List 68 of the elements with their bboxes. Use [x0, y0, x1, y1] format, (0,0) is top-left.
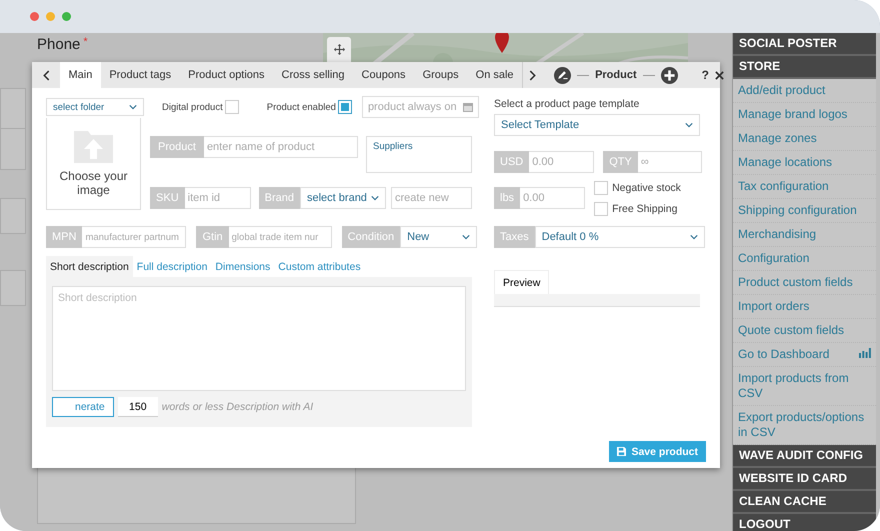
calendar-icon	[462, 102, 473, 112]
checkbox-label: Product enabled	[266, 102, 336, 112]
tab[interactable]: Cross selling	[273, 62, 354, 88]
sidebar-section[interactable]: SOCIAL POSTER	[733, 33, 876, 56]
required-mark: *	[83, 36, 88, 48]
tab[interactable]: Coupons	[353, 62, 414, 88]
edit-icon[interactable]	[554, 66, 572, 84]
text-input[interactable]: enter name of product	[204, 136, 358, 158]
close-dot-icon[interactable]	[30, 12, 39, 21]
template-select[interactable]: Select Template	[494, 114, 700, 136]
bar-chart-icon	[859, 347, 871, 358]
caret-icon	[371, 194, 379, 202]
sidebar-section[interactable]: WEBSITE ID CARD	[733, 468, 876, 491]
caret-icon	[690, 233, 698, 241]
tab[interactable]: Main	[60, 62, 101, 88]
field-label: Phone *	[37, 36, 88, 53]
checkbox[interactable]	[594, 202, 608, 216]
text-input[interactable]: ∞	[638, 151, 702, 173]
date-field[interactable]: product always on	[362, 96, 479, 118]
checkbox-label: Negative stock	[612, 182, 681, 194]
sidebar-section[interactable]: CLEAN CACHE	[733, 491, 876, 514]
minimize-dot-icon[interactable]	[46, 12, 55, 21]
text-input[interactable]: 0.00	[520, 187, 586, 209]
text-input[interactable]: 0.00	[529, 151, 594, 173]
checkbox[interactable]	[594, 181, 608, 195]
move-icon	[334, 44, 344, 55]
text-input[interactable]: item id	[184, 187, 251, 209]
help-button[interactable]: ?	[702, 68, 709, 82]
word-limit-input[interactable]: 150	[118, 397, 158, 417]
modal-title: Product	[595, 69, 637, 81]
drag-handle[interactable]	[327, 37, 351, 62]
chevron-right-icon	[527, 70, 538, 80]
image-upload[interactable]: Choose your image	[46, 118, 142, 210]
add-icon[interactable]	[660, 66, 678, 84]
sidebar-section[interactable]: STORE	[733, 56, 876, 79]
checkbox-label: Digital product	[162, 102, 223, 112]
description-tab[interactable]: Short description	[46, 256, 133, 277]
word-limit-note: words or less Description with AI	[162, 401, 314, 413]
description-tab[interactable]: Custom attributes	[274, 256, 365, 277]
text-input[interactable]: manufacturer partnum	[82, 226, 186, 248]
text-input[interactable]: global trade item nur	[228, 226, 332, 248]
tab[interactable]: Product tags	[100, 62, 180, 88]
caret-icon	[462, 233, 470, 241]
checkbox[interactable]	[338, 100, 352, 114]
generate-button[interactable]: nerate	[52, 397, 114, 417]
text-input[interactable]: create new	[391, 187, 472, 209]
folder-select[interactable]: select folder	[46, 98, 144, 116]
zoom-dot-icon[interactable]	[62, 12, 71, 21]
select-field[interactable]: New	[400, 226, 478, 248]
caret-icon	[129, 103, 137, 111]
checkbox-label: Free Shipping	[612, 203, 678, 215]
caret-icon	[685, 121, 693, 129]
description-field[interactable]: Short description	[52, 286, 466, 391]
template-label: Select a product page template	[494, 98, 640, 110]
checkbox[interactable]	[224, 100, 239, 114]
tab[interactable]: Product options	[180, 62, 274, 88]
sidebar-section[interactable]: WAVE AUDIT CONFIG	[733, 445, 876, 468]
preview-tab[interactable]: Preview	[494, 270, 550, 294]
select-field[interactable]: select brand	[300, 187, 386, 209]
suppliers-field[interactable]: Suppliers	[366, 136, 472, 173]
tab[interactable]: Groups	[414, 62, 468, 88]
tab[interactable]: On sale	[467, 62, 522, 88]
select-field[interactable]: Default 0 %	[534, 226, 705, 248]
description-tab[interactable]: Full description	[132, 256, 212, 277]
sidebar-section[interactable]: LOGOUT	[733, 514, 876, 531]
close-icon[interactable]	[714, 70, 724, 80]
description-tab[interactable]: Dimensions	[211, 256, 274, 277]
chevron-left-icon	[40, 70, 52, 80]
